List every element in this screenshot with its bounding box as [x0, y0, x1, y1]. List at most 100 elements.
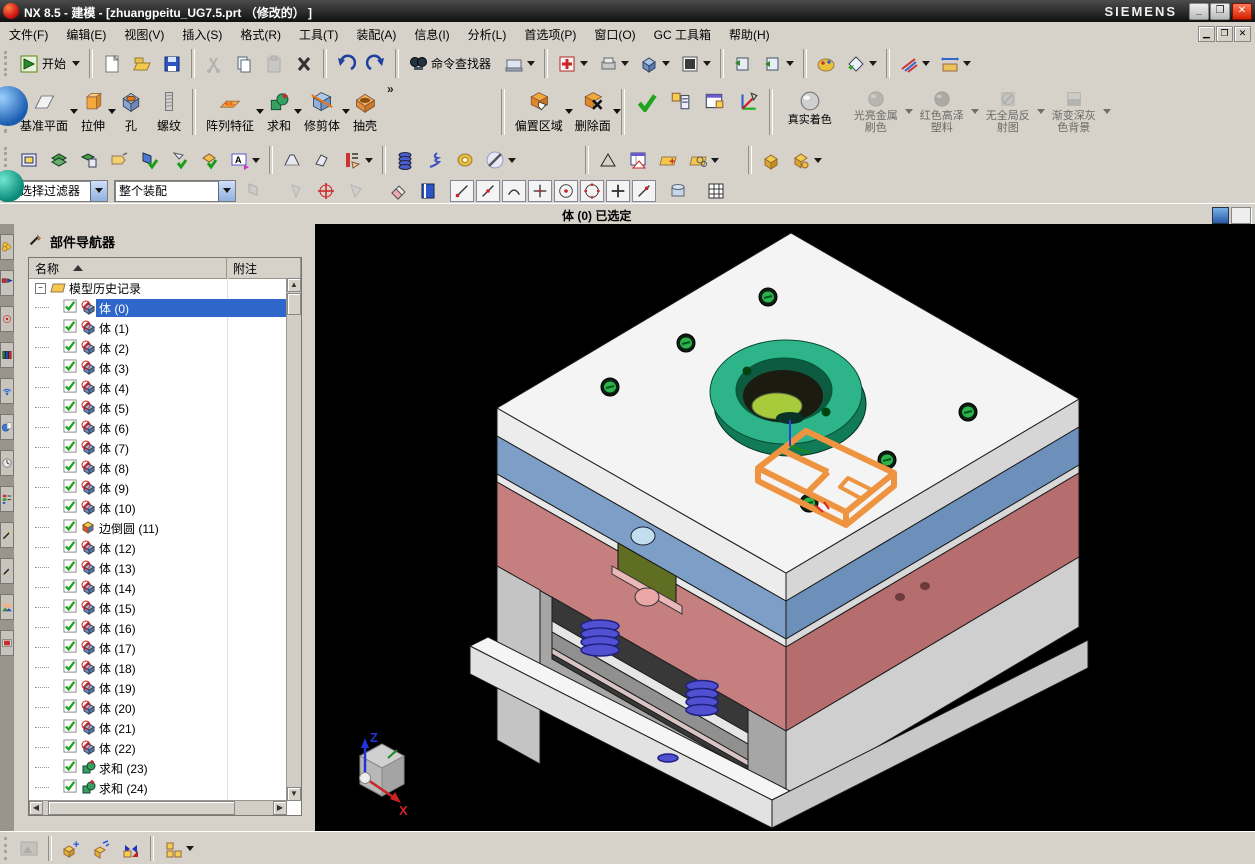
checkbox[interactable]	[63, 399, 78, 417]
dropdown-arrow-icon[interactable]	[580, 61, 589, 66]
lock-box2-button[interactable]	[787, 147, 826, 173]
redo-button[interactable]	[362, 51, 390, 77]
grid-tbl-button[interactable]	[702, 178, 730, 204]
tree-row-体0[interactable]: 体 (0)	[29, 298, 287, 318]
tree-row-体9[interactable]: 体 (9)	[29, 478, 287, 498]
resource-tab-constraint-navigator[interactable]	[0, 270, 14, 296]
checkbox[interactable]	[63, 559, 78, 577]
dropdown-arrow-icon[interactable]	[869, 61, 878, 66]
resource-tab-part-navigator[interactable]	[0, 306, 14, 332]
chamfer1-button[interactable]	[278, 147, 306, 173]
spring-button[interactable]	[421, 147, 449, 173]
asm-axes-button[interactable]	[732, 86, 764, 138]
resource-tab-reuse-library[interactable]	[0, 342, 14, 368]
resource-tab-hd3d-tool[interactable]	[0, 378, 14, 404]
selection-scope-combo[interactable]: 整个装配	[114, 179, 236, 202]
tree-row-体18[interactable]: 体 (18)	[29, 658, 287, 678]
menu-item-7[interactable]: 信息(I)	[405, 22, 458, 45]
coil-yellow-button[interactable]	[451, 147, 479, 173]
add-comp-button[interactable]: +	[57, 836, 85, 862]
unite-button[interactable]: 求和	[261, 86, 303, 138]
tree-horizontal-scrollbar[interactable]: ◀ ▶	[29, 800, 287, 815]
resource-tab-process-pen[interactable]	[0, 558, 14, 584]
checkbox[interactable]	[63, 419, 78, 437]
diamond-sel-button[interactable]	[842, 51, 881, 77]
snap-center-button[interactable]	[554, 179, 578, 202]
dropdown-arrow-icon[interactable]	[922, 61, 931, 66]
shaded-style-button[interactable]	[676, 51, 715, 77]
dropdown-arrow-icon[interactable]	[1102, 109, 1111, 114]
undo-button[interactable]	[332, 51, 360, 77]
menu-item-4[interactable]: 格式(R)	[231, 22, 290, 45]
menu-item-1[interactable]: 编辑(E)	[57, 22, 115, 45]
scroll-up-button[interactable]: ▲	[287, 278, 301, 292]
coil-blue-button[interactable]	[391, 147, 419, 173]
dropdown-arrow-icon[interactable]	[612, 109, 621, 114]
layer-set-button[interactable]	[75, 147, 103, 173]
dropdown-arrow-icon[interactable]	[786, 61, 795, 66]
gradient-bg-button[interactable]: 渐变深灰色背景	[1042, 86, 1111, 138]
list-hand-button[interactable]	[338, 147, 377, 173]
collapse-icon[interactable]: −	[35, 282, 46, 294]
tree-row-体12[interactable]: 体 (12)	[29, 538, 287, 558]
real-sphere-button[interactable]: 真实着色	[778, 86, 842, 138]
menu-item-0[interactable]: 文件(F)	[0, 22, 57, 45]
menu-item-9[interactable]: 首选项(P)	[515, 22, 585, 45]
tree-root-row[interactable]: − 模型历史记录	[29, 278, 287, 298]
tree-row-体2[interactable]: 体 (2)	[29, 338, 287, 358]
face-cyl-button[interactable]	[664, 178, 692, 204]
toolbar-grip[interactable]	[4, 50, 10, 77]
tree-row-体8[interactable]: 体 (8)	[29, 458, 287, 478]
tree-row-体17[interactable]: 体 (17)	[29, 638, 287, 658]
comp-check3-button[interactable]	[195, 147, 223, 173]
checkbox[interactable]	[63, 499, 78, 517]
resource-tab-history[interactable]	[0, 450, 14, 476]
dropdown-arrow-icon[interactable]	[703, 61, 712, 66]
dropdown-arrow-icon[interactable]	[621, 61, 630, 66]
dropdown-arrow-icon[interactable]	[711, 157, 719, 163]
resource-tab-roles[interactable]	[0, 594, 14, 620]
book-blue-button[interactable]	[414, 178, 442, 204]
close-button[interactable]: ✕	[1232, 3, 1252, 20]
doc-minimize-button[interactable]: ▁	[1198, 26, 1215, 42]
snap-line1-button[interactable]	[450, 179, 474, 202]
pattern-feature-button[interactable]: 阵列特征	[201, 86, 265, 138]
new-file-button[interactable]	[98, 51, 126, 77]
paste-button[interactable]	[260, 51, 288, 77]
mountain-gray-button[interactable]	[15, 836, 43, 862]
checkbox[interactable]	[63, 299, 78, 317]
menu-item-11[interactable]: GC 工具箱	[645, 22, 720, 45]
graphics-viewport[interactable]: Z X	[315, 224, 1255, 831]
menu-item-8[interactable]: 分析(L)	[459, 22, 516, 45]
toolbar-grip[interactable]	[4, 147, 10, 173]
spray-gray-button[interactable]	[342, 178, 370, 204]
dropdown-arrow-icon[interactable]	[365, 157, 373, 163]
dropdown-arrow-icon[interactable]	[72, 61, 81, 66]
resource-tab-web-browser[interactable]	[0, 414, 14, 440]
tag-note-button[interactable]	[105, 147, 133, 173]
sel-gray1-button[interactable]	[240, 178, 268, 204]
checkbox[interactable]	[63, 439, 78, 457]
red-sphere-button[interactable]: 红色高泽塑料	[910, 86, 979, 138]
thread-button[interactable]: 螺纹	[151, 86, 187, 138]
offset-region-button[interactable]: 偏置区域	[510, 86, 573, 138]
restore-button[interactable]: ❐	[1210, 3, 1230, 20]
delete-face-button[interactable]: 删除面	[570, 86, 621, 138]
toolbar-grip[interactable]	[4, 836, 10, 861]
save-button[interactable]	[158, 51, 186, 77]
tree-row-求和24[interactable]: 求和 (24)	[29, 778, 287, 798]
dropdown-arrow-icon[interactable]	[186, 846, 194, 851]
comp-check2-button[interactable]	[165, 147, 193, 173]
sheet-table-button[interactable]	[624, 147, 652, 173]
checkbox[interactable]	[63, 479, 78, 497]
guide-hole-blue[interactable]	[630, 526, 656, 546]
vertical-scroll-thumb[interactable]	[287, 293, 301, 315]
selection-scope-dropdown[interactable]	[218, 180, 235, 201]
checkbox[interactable]	[63, 759, 78, 777]
checkbox[interactable]	[63, 339, 78, 357]
checkbox[interactable]	[63, 699, 78, 717]
asm-seq-button[interactable]	[664, 86, 696, 138]
guide-hole-pink[interactable]	[634, 587, 660, 607]
no-reflect-button[interactable]: 无全局反射图	[976, 86, 1045, 138]
snap-plus-button[interactable]	[606, 179, 630, 202]
